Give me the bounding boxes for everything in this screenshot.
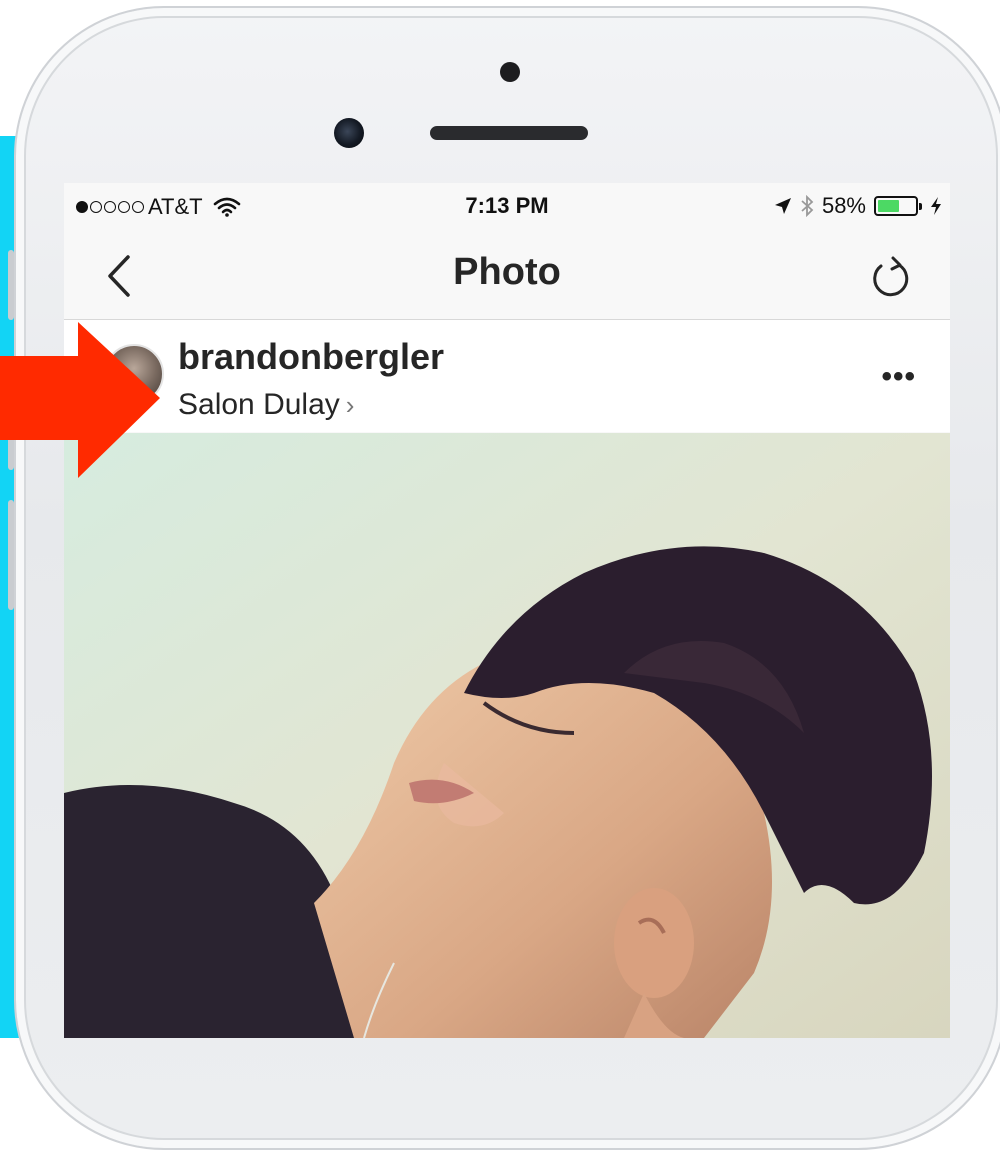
status-bar: AT&T 7:13 PM 58% — [64, 183, 950, 233]
chevron-right-icon: › — [345, 389, 355, 420]
refresh-icon — [873, 256, 909, 297]
charging-icon — [931, 197, 941, 215]
navigation-bar: Photo — [64, 233, 950, 320]
earpiece-speaker — [430, 126, 588, 140]
post-header: brandonbergler Salon Dulay › ••• — [64, 320, 950, 432]
annotation-arrow-icon — [0, 322, 160, 478]
battery-icon — [874, 196, 922, 216]
refresh-button[interactable] — [866, 253, 914, 301]
photo-image — [64, 433, 950, 1038]
bluetooth-icon — [801, 195, 814, 217]
side-button — [8, 500, 14, 610]
username[interactable]: brandonbergler — [178, 336, 444, 378]
status-right: 58% — [774, 193, 942, 219]
proximity-sensor — [500, 62, 520, 82]
front-camera — [334, 118, 364, 148]
battery-percent: 58% — [821, 193, 866, 218]
location-arrow-icon — [774, 198, 791, 214]
more-options-button[interactable]: ••• — [881, 360, 916, 394]
location-link[interactable]: Salon Dulay › — [178, 388, 354, 422]
location-label: Salon Dulay — [178, 388, 340, 421]
page-title: Photo — [453, 251, 561, 293]
side-button — [8, 250, 14, 320]
battery-fill — [878, 200, 899, 212]
phone-screen: AT&T 7:13 PM 58% Photo brandonbergler Sa… — [64, 183, 950, 1038]
post-photo[interactable] — [64, 433, 950, 1038]
